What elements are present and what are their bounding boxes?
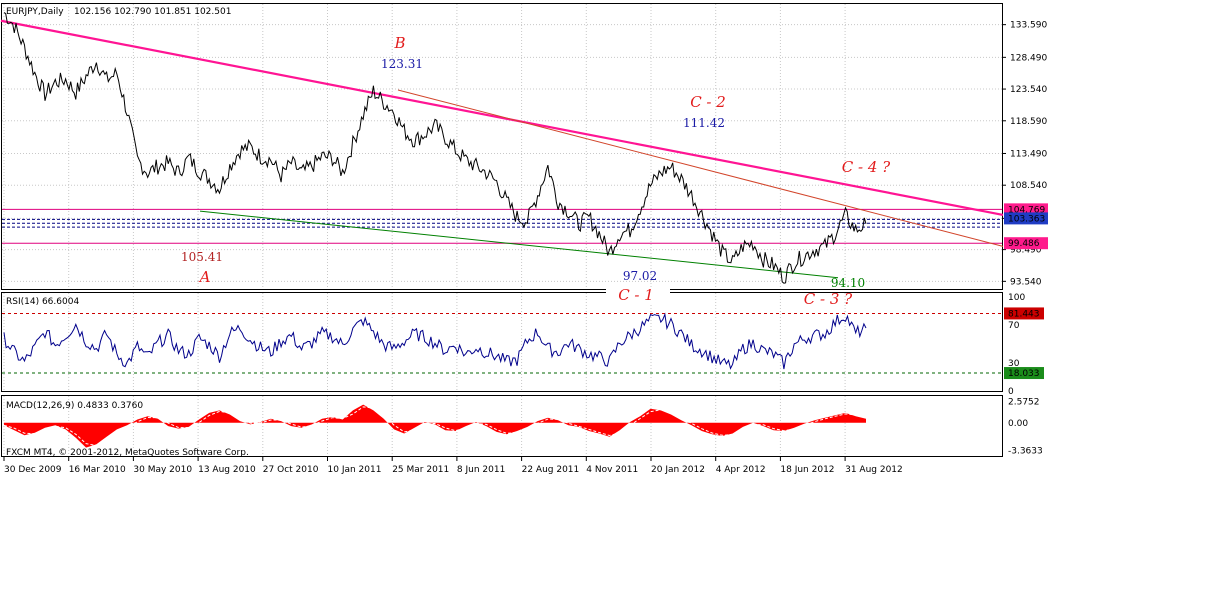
x-tick-label: 8 Jun 2011 <box>457 465 505 475</box>
macd-y-tick-label: 0.00 <box>1008 419 1028 429</box>
price-panel-frame <box>1 3 1003 290</box>
y-tick-label: 133.590 <box>1010 21 1047 31</box>
rsi-panel-frame <box>1 292 1003 392</box>
rsi-y-tick-label: 100 <box>1008 293 1025 303</box>
wave-label: C - 4 ? <box>842 158 891 176</box>
chart-canvas: B 123.31 C - 2 111.42 C - 4 ? 105.41 A 97.02 C -… <box>0 3 1048 475</box>
rsi-level-label: 81.443 <box>1008 309 1040 319</box>
rsi-y-tick-label: 70 <box>1008 321 1020 331</box>
x-tick-label: 4 Nov 2011 <box>586 465 638 475</box>
x-tick-label: 25 Mar 2011 <box>392 465 449 475</box>
x-tick-label: 27 Oct 2010 <box>263 465 319 475</box>
symbol-label: EURJPY,Daily <box>6 7 64 17</box>
watermark: FXCM MT4, © 2001-2012, MetaQuotes Softwa… <box>6 448 249 458</box>
level-price-label: 99.486 <box>1008 239 1040 249</box>
y-tick-label: 118.590 <box>1010 117 1047 127</box>
x-tick-label: 10 Jan 2011 <box>328 465 382 475</box>
wave-label: B <box>393 34 405 52</box>
price-label: 105.41 <box>181 250 223 264</box>
y-tick-label: 108.540 <box>1010 181 1047 191</box>
y-tick-label: 123.540 <box>1010 85 1047 95</box>
wave-label: C - 1 <box>618 286 654 304</box>
wave-label: C - 3 ? <box>804 290 853 308</box>
x-tick-label: 18 Jun 2012 <box>780 465 834 475</box>
macd-y-tick-label: 2.5752 <box>1008 398 1040 408</box>
x-tick-label: 20 Jan 2012 <box>651 465 705 475</box>
x-tick-label: 13 Aug 2010 <box>198 465 256 475</box>
rsi-y-tick-label: 30 <box>1008 359 1020 369</box>
macd-label: MACD(12,26,9) 0.4833 0.3760 <box>6 401 143 411</box>
price-label: 111.42 <box>683 116 725 130</box>
price-label: 97.02 <box>623 269 657 283</box>
current-price-label: 103.363 <box>1008 214 1045 224</box>
y-tick-label: 93.540 <box>1010 277 1042 287</box>
x-tick-label: 31 Aug 2012 <box>845 465 903 475</box>
y-tick-label: 128.490 <box>1010 53 1047 63</box>
x-tick-label: 4 Apr 2012 <box>716 465 766 475</box>
rsi-label: RSI(14) 66.6004 <box>6 297 79 307</box>
ohlc-label: 102.156 102.790 101.851 102.501 <box>74 7 231 17</box>
price-label: 94.10 <box>831 276 865 290</box>
x-tick-label: 22 Aug 2011 <box>522 465 580 475</box>
wave-label: C - 2 <box>690 93 726 111</box>
price-label: 123.31 <box>381 57 423 71</box>
rsi-level-label: 18.033 <box>1008 369 1040 379</box>
x-tick-label: 30 May 2010 <box>133 465 192 475</box>
macd-y-tick-label: -3.3633 <box>1008 447 1043 457</box>
x-tick-label: 30 Dec 2009 <box>4 465 62 475</box>
y-tick-label: 113.490 <box>1010 149 1047 159</box>
wave-label: A <box>198 268 211 286</box>
x-tick-label: 16 Mar 2010 <box>69 465 126 475</box>
rsi-y-tick-label: 0 <box>1008 387 1014 397</box>
